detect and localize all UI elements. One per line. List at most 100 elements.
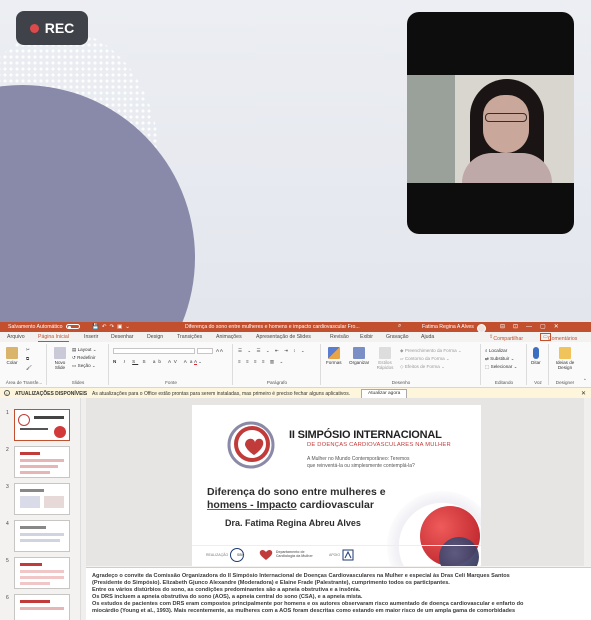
group-label-slides: Slides: [71, 380, 85, 385]
tab-ajuda[interactable]: Ajuda: [421, 334, 434, 340]
thumbnail-bar: [44, 496, 64, 508]
cut-icon[interactable]: ✂: [26, 347, 30, 353]
powerpoint-window: Salvamento Automático 💾↶↷▣⌄ Diferença do…: [0, 322, 591, 620]
autosave-toggle[interactable]: Salvamento Automático: [8, 324, 80, 330]
slide-thumbnail-5[interactable]: [14, 557, 70, 589]
slide-thumbnails-pane: 1 2 3 4 5 6: [0, 398, 80, 620]
slide-thumbnail-6[interactable]: [14, 594, 70, 620]
sbc-logo: SBC: [230, 548, 244, 562]
shape-outline-label: Contorno da Forma: [404, 356, 445, 361]
thumbnail-bar: [20, 539, 60, 542]
slide-scrollbar[interactable]: [584, 398, 591, 566]
copy-icon[interactable]: ⧉: [26, 356, 29, 361]
search-icon[interactable]: ⌕: [398, 323, 401, 330]
arrange-label: Organizar: [349, 360, 370, 365]
current-slide[interactable]: II SIMPÓSIO INTERNACIONAL DE DOENÇAS CAR…: [192, 405, 481, 566]
shape-effects-button[interactable]: ◇ Efeitos de Forma ⌄: [400, 364, 445, 370]
notes-line: Os estudos de pacientes com DRS eram com…: [92, 601, 524, 607]
shapes-button[interactable]: Formas: [326, 347, 342, 365]
thumbnail-text-bar: [20, 428, 48, 430]
tab-transicoes[interactable]: Transições: [177, 334, 202, 340]
tab-desenhar[interactable]: Desenhar: [111, 334, 134, 340]
share-button[interactable]: ⇪ Compartilhar: [489, 334, 523, 342]
tab-revisao[interactable]: Revisão: [330, 334, 349, 340]
dictate-button[interactable]: Ditar: [531, 347, 541, 365]
font-group: A A N I S S ab AV Aa A ⌄ Fonte: [110, 344, 233, 385]
close-icon[interactable]: ✕: [581, 390, 586, 397]
thumbnail-number: 6: [6, 595, 9, 601]
slide-thumbnail-1[interactable]: [14, 409, 70, 441]
arrange-button[interactable]: Organizar: [349, 347, 369, 365]
find-button[interactable]: ⌕ Localizar: [485, 348, 507, 353]
recording-indicator: REC: [16, 11, 88, 45]
font-color-icon[interactable]: A ⌄: [194, 359, 202, 365]
drawing-group: Formas Organizar Estilos Rápidos ◆ Preen…: [322, 344, 481, 385]
footer-realization: REALIZAÇÃO: [206, 553, 229, 557]
symposium-logo: [227, 421, 275, 469]
slide-thumbnail-2[interactable]: [14, 446, 70, 478]
shape-outline-button[interactable]: ▱ Contorno da Forma ⌄: [400, 356, 450, 362]
section-button[interactable]: ▭ Seção ⌄: [72, 363, 96, 369]
quick-styles-button[interactable]: Estilos Rápidos: [374, 347, 396, 370]
talk-title: Diferença do sono entre mulheres e homen…: [207, 486, 397, 512]
sbc-logo-text: SBC: [237, 553, 245, 557]
reset-label: Redefinir: [77, 355, 96, 360]
tab-arquivo[interactable]: Arquivo: [7, 334, 25, 340]
ribbon: Colar ✂ ⧉ 🖌 Área de Transfe... Novo Slid…: [0, 342, 591, 388]
shape-fill-button[interactable]: ◆ Preenchimento da Forma ⌄: [400, 348, 462, 354]
design-ideas-button[interactable]: Ideias de Design: [552, 347, 578, 370]
user-name[interactable]: Fatima Regina A Alves: [422, 324, 474, 330]
select-label: Selecionar: [490, 364, 513, 369]
slide-thumbnail-4[interactable]: [14, 520, 70, 552]
workspace: 1 2 3 4 5 6 II SIMPÓSIO INTERNACIONAL DE…: [0, 398, 591, 620]
thumbnail-bar: [20, 459, 64, 462]
section-label: Seção: [77, 363, 91, 368]
footer-department: Departamento de Cardiologia da Mulher: [276, 550, 313, 559]
layout-button[interactable]: ▤ Layout ⌄: [72, 347, 97, 353]
slide-thumbnail-3[interactable]: [14, 483, 70, 515]
update-message: As atualizações para o Office estão pron…: [92, 391, 351, 397]
select-button[interactable]: ⬚ Selecionar ⌄: [485, 364, 517, 370]
thumbnail-number: 5: [6, 558, 9, 564]
sponsor-logo: [342, 549, 354, 561]
new-slide-button[interactable]: Novo Slide: [50, 347, 70, 370]
font-grow-icon[interactable]: A A: [216, 348, 223, 353]
footer-support: APOIO: [329, 553, 341, 557]
group-label-editing: Editando: [494, 380, 514, 385]
font-format-buttons[interactable]: N I S S ab AV Aa: [113, 359, 195, 364]
collapse-ribbon-icon[interactable]: ⌃: [583, 378, 587, 384]
speaker-notes-pane[interactable]: Agradeço o convite da Comissão Organizad…: [86, 567, 591, 620]
tab-pagina-inicial[interactable]: Página Inicial: [38, 334, 69, 342]
align-buttons[interactable]: ≡ ≡ ≡ ≡ ▥ ⌄: [238, 359, 285, 365]
thumbnail-bar: [20, 496, 40, 508]
toggle-icon: [65, 324, 80, 330]
thumbnail-bar: [20, 582, 50, 585]
reset-button[interactable]: ↺ Redefinir: [72, 355, 96, 361]
shape-effects-label: Efeitos de Forma: [404, 364, 440, 369]
webcam-feed: [407, 12, 574, 234]
comments-button[interactable]: ▭ Comentários: [540, 333, 577, 342]
replace-button[interactable]: ⇄ Substituir ⌄: [485, 356, 514, 362]
talk-title-rest: cardiovascular: [296, 499, 374, 511]
new-slide-icon: [54, 347, 66, 359]
tab-apresentacao[interactable]: Apresentação de Slides: [256, 334, 311, 340]
font-size-select[interactable]: [197, 348, 213, 354]
thumbnail-bar: [20, 563, 42, 566]
format-painter-icon[interactable]: 🖌: [26, 365, 32, 371]
tab-animacoes[interactable]: Animações: [216, 334, 242, 340]
talk-title-line1: Diferença do sono entre mulheres e: [207, 486, 386, 498]
tab-design[interactable]: Design: [147, 334, 163, 340]
font-name-select[interactable]: [113, 348, 195, 354]
window-controls[interactable]: ⊟⊡—▢✕: [500, 323, 567, 330]
tab-gravacao[interactable]: Gravação: [386, 334, 409, 340]
tab-exibir[interactable]: Exibir: [360, 334, 373, 340]
paste-button[interactable]: Colar: [6, 347, 18, 365]
quick-access-toolbar[interactable]: 💾↶↷▣⌄: [92, 324, 133, 330]
paste-label: Colar: [6, 360, 18, 365]
list-buttons[interactable]: ☰ ⌄ ☰ ⌄ ⇤ ⇥ ↕ ⌄: [238, 348, 307, 354]
info-icon: i: [4, 390, 10, 396]
record-dot-icon: [29, 23, 39, 33]
tab-inserir[interactable]: Inserir: [84, 334, 98, 340]
slide-tagline: A Mulher no Mundo Contemporâneo: Teremos…: [307, 456, 415, 469]
document-title[interactable]: Diferença do sono entre mulheres e homen…: [185, 324, 360, 330]
